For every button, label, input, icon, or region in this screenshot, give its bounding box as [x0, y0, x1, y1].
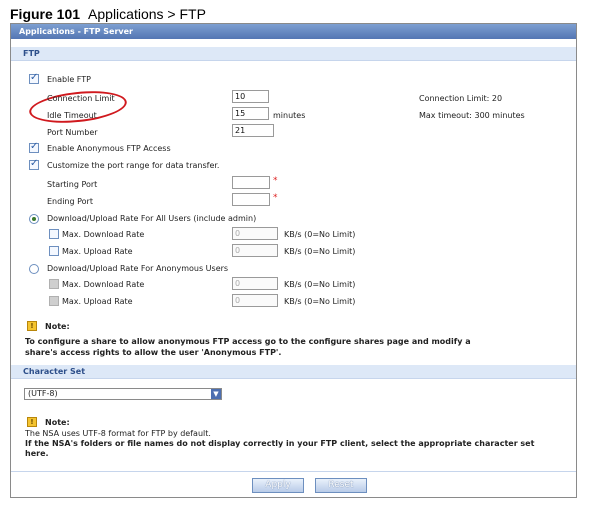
- connection-limit-input[interactable]: 10: [232, 90, 269, 103]
- all-users-max-download-checkbox[interactable]: [49, 229, 59, 239]
- figure-title: Applications > FTP: [88, 6, 206, 22]
- ftp-server-panel: Applications - FTP Server FTP Enable FTP…: [10, 23, 577, 498]
- note1-line1: To configure a share to allow anonymous …: [25, 337, 471, 346]
- charset-section-header: Character Set: [11, 365, 576, 379]
- all-users-max-download-label: Max. Download Rate: [62, 230, 145, 239]
- charset-selected-value: (UTF-8): [28, 389, 58, 398]
- idle-timeout-input[interactable]: 15: [232, 107, 269, 120]
- all-users-max-upload-checkbox[interactable]: [49, 246, 59, 256]
- starting-port-required-mark: *: [273, 176, 278, 186]
- ftp-section-header: FTP: [11, 47, 576, 61]
- idle-timeout-label: Idle Timeout: [47, 111, 97, 120]
- enable-anonymous-checkbox[interactable]: [29, 141, 39, 153]
- charset-select[interactable]: (UTF-8) ▼: [24, 388, 222, 400]
- idle-timeout-unit: minutes: [273, 111, 306, 120]
- anonymous-max-upload-unit: KB/s (0=No Limit): [284, 297, 356, 306]
- port-number-input[interactable]: 21: [232, 124, 274, 137]
- starting-port-label: Starting Port: [47, 180, 98, 189]
- chevron-down-icon[interactable]: ▼: [211, 389, 221, 399]
- note1-line2: share's access rights to allow the user …: [25, 348, 282, 357]
- customize-port-range-label: Customize the port range for data transf…: [47, 161, 220, 170]
- anonymous-max-download-unit: KB/s (0=No Limit): [284, 280, 356, 289]
- ending-port-label: Ending Port: [47, 197, 93, 206]
- enable-anonymous-label: Enable Anonymous FTP Access: [47, 144, 171, 153]
- note-icon: !: [27, 321, 37, 331]
- note-icon: !: [27, 417, 37, 427]
- connection-limit-label: Connection Limit: [47, 94, 115, 103]
- anonymous-max-upload-input[interactable]: 0: [232, 294, 278, 307]
- idle-timeout-hint: Max timeout: 300 minutes: [419, 111, 525, 120]
- rate-all-users-radio[interactable]: [29, 214, 39, 224]
- anonymous-max-upload-checkbox[interactable]: [49, 296, 59, 306]
- ending-port-input[interactable]: [232, 193, 270, 206]
- all-users-max-upload-unit: KB/s (0=No Limit): [284, 247, 356, 256]
- anonymous-max-download-checkbox[interactable]: [49, 279, 59, 289]
- figure-number: Figure 101: [10, 6, 81, 22]
- reset-button[interactable]: Reset: [315, 478, 367, 493]
- enable-ftp-checkbox[interactable]: [29, 72, 39, 84]
- customize-port-range-checkbox[interactable]: [29, 158, 39, 170]
- all-users-max-download-unit: KB/s (0=No Limit): [284, 230, 356, 239]
- rate-all-users-label: Download/Upload Rate For All Users (incl…: [47, 214, 257, 223]
- connection-limit-hint: Connection Limit: 20: [419, 94, 503, 103]
- ending-port-required-mark: *: [273, 193, 278, 203]
- annotation-circle: [27, 86, 129, 128]
- rate-anonymous-radio[interactable]: [29, 264, 39, 274]
- anonymous-max-download-label: Max. Download Rate: [62, 280, 145, 289]
- note2-label: Note:: [45, 418, 70, 427]
- enable-ftp-label: Enable FTP: [47, 75, 91, 84]
- anonymous-max-download-input[interactable]: 0: [232, 277, 278, 290]
- all-users-max-download-input[interactable]: 0: [232, 227, 278, 240]
- note2-line1: The NSA uses UTF-8 format for FTP by def…: [25, 429, 211, 438]
- note1-label: Note:: [45, 322, 70, 331]
- apply-button[interactable]: Apply: [252, 478, 304, 493]
- all-users-max-upload-label: Max. Upload Rate: [62, 247, 133, 256]
- note2-line3: here.: [25, 449, 49, 458]
- starting-port-input[interactable]: [232, 176, 270, 189]
- port-number-label: Port Number: [47, 128, 98, 137]
- button-bar: Apply Reset: [11, 471, 576, 497]
- note2-line2: If the NSA's folders or file names do no…: [25, 439, 535, 448]
- rate-anonymous-label: Download/Upload Rate For Anonymous Users: [47, 264, 229, 273]
- panel-title: Applications - FTP Server: [11, 24, 576, 39]
- anonymous-max-upload-label: Max. Upload Rate: [62, 297, 133, 306]
- all-users-max-upload-input[interactable]: 0: [232, 244, 278, 257]
- figure-caption: Figure 101 Applications > FTP: [10, 6, 206, 22]
